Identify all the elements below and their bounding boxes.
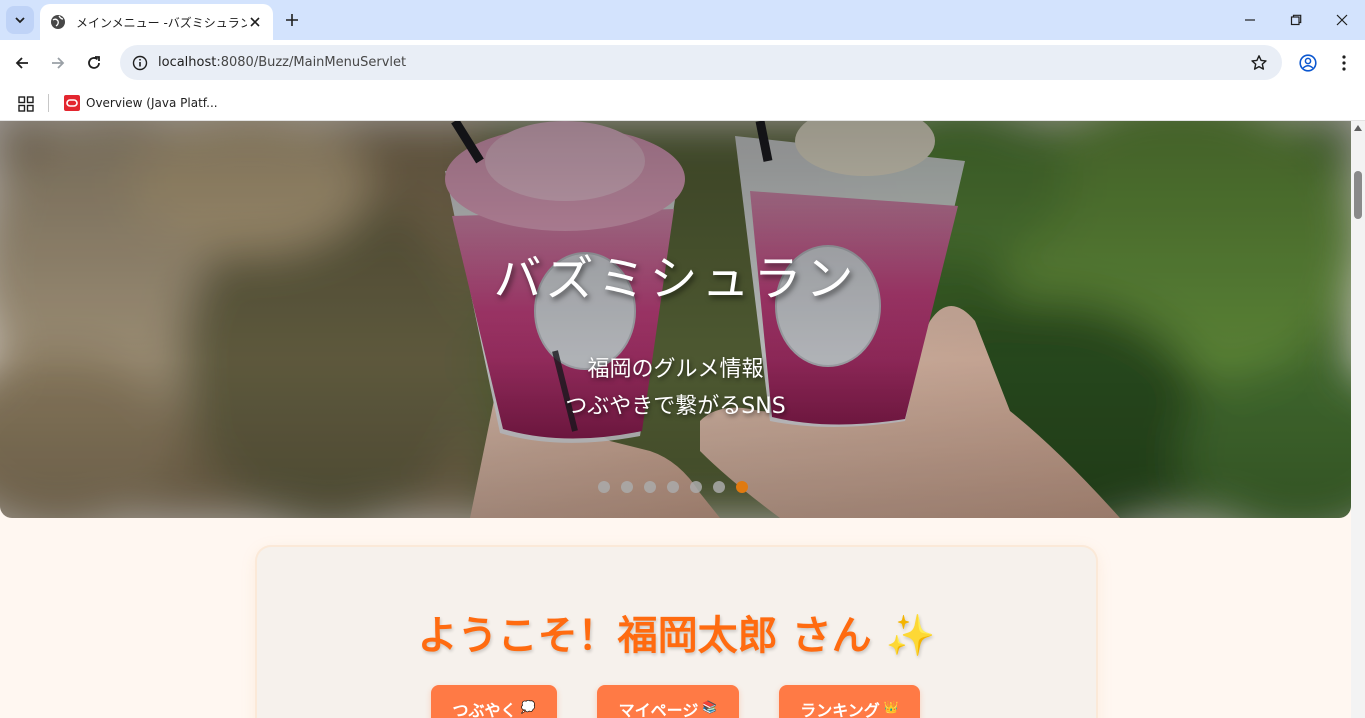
sparkle-icon: ✨ [885,613,936,659]
welcome-text: ようこそ！福岡太郎 さん [417,613,872,659]
page-scrollbar[interactable] [1351,121,1365,718]
mypage-button-label: マイページ [618,701,699,718]
restore-icon [1290,14,1302,26]
carousel-dot-2[interactable] [621,481,633,493]
globe-icon [50,14,66,30]
tweet-button[interactable]: つぶやく 💭 [431,685,557,718]
carousel-dot-4[interactable] [667,481,679,493]
browser-menu-button[interactable] [1330,49,1358,77]
apps-grid-icon [18,96,34,112]
address-bar[interactable]: localhost:8080/Buzz/MainMenuServlet [120,45,1282,80]
hero-title: バズミシュラン [493,251,858,307]
account-icon [1299,54,1317,72]
carousel-dot-6[interactable] [713,481,725,493]
site-info-icon[interactable] [122,55,158,71]
thought-bubble-icon: 💭 [520,700,536,714]
hero-subtitle-line1: 福岡のグルメ情報 [587,357,764,382]
books-icon: 📚 [702,700,718,714]
bookmarks-bar: Overview (Java Platf... [0,86,1365,121]
reload-button[interactable] [80,49,108,77]
carousel-dot-1[interactable] [598,481,610,493]
arrow-right-icon [52,57,65,69]
scroll-up-arrow-icon[interactable] [1354,125,1362,131]
hero-subtitle-line2: つぶやきで繋がるSNS [565,394,786,419]
carousel-dot-3[interactable] [644,481,656,493]
carousel-dots [598,481,748,493]
minimize-icon [1245,19,1255,21]
tab-search-button[interactable] [6,6,34,34]
page-viewport: バズミシュラン 福岡のグルメ情報 つぶやきで繋がるSNS ようこそ！福岡太郎 さ… [0,121,1351,718]
welcome-heading: ようこそ！福岡太郎 さん ✨ [257,603,1096,661]
bookmark-star-icon[interactable] [1248,52,1270,74]
new-tab-button[interactable] [280,8,304,32]
restore-button[interactable] [1273,0,1319,40]
carousel-dot-5[interactable] [690,481,702,493]
url-text[interactable]: localhost:8080/Buzz/MainMenuServlet [158,55,1282,70]
bookmarks-divider [48,94,49,112]
back-button[interactable] [8,49,36,77]
ranking-button-label: ランキング [800,701,880,718]
close-window-button[interactable] [1319,0,1365,40]
oracle-logo-icon [64,95,80,111]
hero-photo-drinks [0,121,1351,518]
tab-title: メインメニュー -バズミシュラン [76,15,247,30]
reload-icon [88,56,100,69]
close-tab-icon[interactable] [247,14,263,30]
scroll-thumb[interactable] [1354,171,1362,219]
url-path: :8080/Buzz/MainMenuServlet [216,55,407,70]
mypage-button[interactable]: マイページ 📚 [597,685,739,718]
url-host: localhost [158,55,217,70]
minimize-button[interactable] [1227,0,1273,40]
tab-strip: メインメニュー -バズミシュラン [0,0,1365,40]
plus-icon [286,14,298,26]
ranking-button[interactable]: ランキング 👑 [779,685,920,718]
profile-button[interactable] [1294,49,1322,77]
arrow-left-icon [15,57,28,69]
more-vert-icon [1342,55,1346,71]
hero-carousel: バズミシュラン 福岡のグルメ情報 つぶやきで繋がるSNS [0,121,1351,518]
bookmark-label: Overview (Java Platf... [86,96,218,110]
bookmark-java-overview[interactable]: Overview (Java Platf... [58,90,224,116]
tweet-button-label: つぶやく [452,701,517,718]
welcome-card: ようこそ！福岡太郎 さん ✨ つぶやく 💭 マイページ 📚 ランキング 👑 [257,547,1096,718]
carousel-dot-7[interactable] [736,481,748,493]
browser-toolbar: localhost:8080/Buzz/MainMenuServlet [0,40,1365,86]
apps-button[interactable] [14,92,38,116]
close-icon [1336,14,1348,26]
crown-icon: 👑 [883,700,899,714]
active-tab[interactable]: メインメニュー -バズミシュラン [40,4,273,40]
forward-button[interactable] [44,49,72,77]
chevron-down-icon [15,17,25,24]
